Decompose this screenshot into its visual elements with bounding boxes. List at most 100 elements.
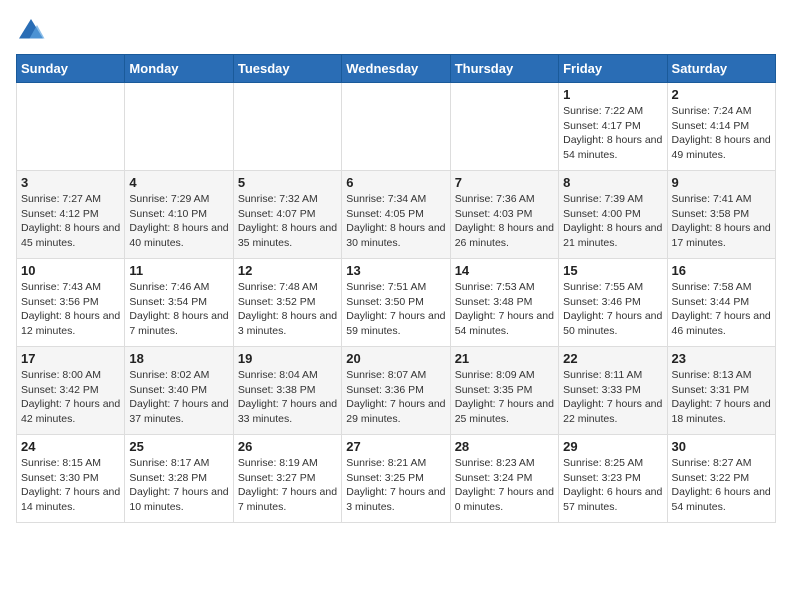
day-number: 17 — [21, 351, 120, 366]
day-info: Sunrise: 7:58 AM Sunset: 3:44 PM Dayligh… — [672, 280, 771, 339]
header-day-friday: Friday — [559, 55, 667, 83]
calendar-cell: 14 Sunrise: 7:53 AM Sunset: 3:48 PM Dayli… — [450, 259, 558, 347]
day-info: Sunrise: 7:48 AM Sunset: 3:52 PM Dayligh… — [238, 280, 337, 339]
day-number: 27 — [346, 439, 445, 454]
day-info: Sunrise: 7:55 AM Sunset: 3:46 PM Dayligh… — [563, 280, 662, 339]
day-info: Sunrise: 7:34 AM Sunset: 4:05 PM Dayligh… — [346, 192, 445, 251]
calendar-cell: 13 Sunrise: 7:51 AM Sunset: 3:50 PM Dayli… — [342, 259, 450, 347]
calendar-cell — [342, 83, 450, 171]
day-number: 12 — [238, 263, 337, 278]
day-number: 24 — [21, 439, 120, 454]
calendar-cell: 10 Sunrise: 7:43 AM Sunset: 3:56 PM Dayli… — [17, 259, 125, 347]
day-info: Sunrise: 7:32 AM Sunset: 4:07 PM Dayligh… — [238, 192, 337, 251]
day-number: 11 — [129, 263, 228, 278]
day-info: Sunrise: 8:11 AM Sunset: 3:33 PM Dayligh… — [563, 368, 662, 427]
day-number: 13 — [346, 263, 445, 278]
calendar-cell: 15 Sunrise: 7:55 AM Sunset: 3:46 PM Dayli… — [559, 259, 667, 347]
calendar-cell: 1Sunrise: 7:22 AM Sunset: 4:17 PM Daylig… — [559, 83, 667, 171]
day-number: 22 — [563, 351, 662, 366]
day-number: 16 — [672, 263, 771, 278]
day-number: 4 — [129, 175, 228, 190]
day-info: Sunrise: 8:07 AM Sunset: 3:36 PM Dayligh… — [346, 368, 445, 427]
day-info: Sunrise: 7:43 AM Sunset: 3:56 PM Dayligh… — [21, 280, 120, 339]
day-number: 25 — [129, 439, 228, 454]
day-info: Sunrise: 7:27 AM Sunset: 4:12 PM Dayligh… — [21, 192, 120, 251]
calendar-cell — [17, 83, 125, 171]
day-info: Sunrise: 8:04 AM Sunset: 3:38 PM Dayligh… — [238, 368, 337, 427]
calendar-cell: 11 Sunrise: 7:46 AM Sunset: 3:54 PM Dayli… — [125, 259, 233, 347]
header-day-thursday: Thursday — [450, 55, 558, 83]
calendar-cell: 29 Sunrise: 8:25 AM Sunset: 3:23 PM Dayli… — [559, 435, 667, 523]
day-number: 26 — [238, 439, 337, 454]
day-info: Sunrise: 7:41 AM Sunset: 3:58 PM Dayligh… — [672, 192, 771, 251]
day-number: 10 — [21, 263, 120, 278]
calendar-cell: 26 Sunrise: 8:19 AM Sunset: 3:27 PM Dayli… — [233, 435, 341, 523]
calendar-cell: 25 Sunrise: 8:17 AM Sunset: 3:28 PM Dayli… — [125, 435, 233, 523]
calendar-week-3: 10 Sunrise: 7:43 AM Sunset: 3:56 PM Dayli… — [17, 259, 776, 347]
day-number: 14 — [455, 263, 554, 278]
day-number: 30 — [672, 439, 771, 454]
day-number: 2 — [672, 87, 771, 102]
calendar-cell: 3 Sunrise: 7:27 AM Sunset: 4:12 PM Daylig… — [17, 171, 125, 259]
day-number: 18 — [129, 351, 228, 366]
day-info: Sunrise: 8:27 AM Sunset: 3:22 PM Dayligh… — [672, 456, 771, 515]
calendar-cell: 16 Sunrise: 7:58 AM Sunset: 3:44 PM Dayli… — [667, 259, 775, 347]
day-info: Sunrise: 7:51 AM Sunset: 3:50 PM Dayligh… — [346, 280, 445, 339]
day-number: 21 — [455, 351, 554, 366]
day-number: 15 — [563, 263, 662, 278]
day-number: 8 — [563, 175, 662, 190]
header-day-saturday: Saturday — [667, 55, 775, 83]
calendar-week-5: 24 Sunrise: 8:15 AM Sunset: 3:30 PM Dayli… — [17, 435, 776, 523]
calendar-cell: 24 Sunrise: 8:15 AM Sunset: 3:30 PM Dayli… — [17, 435, 125, 523]
day-info: Sunrise: 7:39 AM Sunset: 4:00 PM Dayligh… — [563, 192, 662, 251]
calendar-cell — [233, 83, 341, 171]
day-number: 23 — [672, 351, 771, 366]
header-day-sunday: Sunday — [17, 55, 125, 83]
calendar-table: SundayMondayTuesdayWednesdayThursdayFrid… — [16, 54, 776, 523]
page-header — [16, 16, 776, 46]
calendar-cell: 6 Sunrise: 7:34 AM Sunset: 4:05 PM Daylig… — [342, 171, 450, 259]
calendar-cell: 9 Sunrise: 7:41 AM Sunset: 3:58 PM Daylig… — [667, 171, 775, 259]
day-info: Sunrise: 7:36 AM Sunset: 4:03 PM Dayligh… — [455, 192, 554, 251]
calendar-cell — [450, 83, 558, 171]
day-info: Sunrise: 8:21 AM Sunset: 3:25 PM Dayligh… — [346, 456, 445, 515]
day-number: 9 — [672, 175, 771, 190]
calendar-cell: 4Sunrise: 7:29 AM Sunset: 4:10 PM Daylig… — [125, 171, 233, 259]
day-info: Sunrise: 8:19 AM Sunset: 3:27 PM Dayligh… — [238, 456, 337, 515]
calendar-cell: 7 Sunrise: 7:36 AM Sunset: 4:03 PM Daylig… — [450, 171, 558, 259]
calendar-cell: 30 Sunrise: 8:27 AM Sunset: 3:22 PM Dayli… — [667, 435, 775, 523]
calendar-cell: 20 Sunrise: 8:07 AM Sunset: 3:36 PM Dayli… — [342, 347, 450, 435]
header-day-wednesday: Wednesday — [342, 55, 450, 83]
day-info: Sunrise: 7:46 AM Sunset: 3:54 PM Dayligh… — [129, 280, 228, 339]
calendar-cell: 28Sunrise: 8:23 AM Sunset: 3:24 PM Dayli… — [450, 435, 558, 523]
header-day-tuesday: Tuesday — [233, 55, 341, 83]
calendar-cell: 8 Sunrise: 7:39 AM Sunset: 4:00 PM Daylig… — [559, 171, 667, 259]
day-number: 7 — [455, 175, 554, 190]
day-info: Sunrise: 8:17 AM Sunset: 3:28 PM Dayligh… — [129, 456, 228, 515]
day-info: Sunrise: 8:09 AM Sunset: 3:35 PM Dayligh… — [455, 368, 554, 427]
day-info: Sunrise: 8:02 AM Sunset: 3:40 PM Dayligh… — [129, 368, 228, 427]
calendar-header-row: SundayMondayTuesdayWednesdayThursdayFrid… — [17, 55, 776, 83]
calendar-cell: 12 Sunrise: 7:48 AM Sunset: 3:52 PM Dayli… — [233, 259, 341, 347]
day-number: 20 — [346, 351, 445, 366]
day-info: Sunrise: 8:23 AM Sunset: 3:24 PM Dayligh… — [455, 456, 554, 515]
calendar-cell: 17Sunrise: 8:00 AM Sunset: 3:42 PM Dayli… — [17, 347, 125, 435]
day-info: Sunrise: 7:24 AM Sunset: 4:14 PM Dayligh… — [672, 104, 771, 163]
day-number: 1 — [563, 87, 662, 102]
day-info: Sunrise: 7:53 AM Sunset: 3:48 PM Dayligh… — [455, 280, 554, 339]
logo — [16, 16, 50, 46]
calendar-cell: 27 Sunrise: 8:21 AM Sunset: 3:25 PM Dayli… — [342, 435, 450, 523]
header-day-monday: Monday — [125, 55, 233, 83]
calendar-week-4: 17Sunrise: 8:00 AM Sunset: 3:42 PM Dayli… — [17, 347, 776, 435]
day-info: Sunrise: 8:25 AM Sunset: 3:23 PM Dayligh… — [563, 456, 662, 515]
day-info: Sunrise: 8:15 AM Sunset: 3:30 PM Dayligh… — [21, 456, 120, 515]
calendar-cell: 5 Sunrise: 7:32 AM Sunset: 4:07 PM Daylig… — [233, 171, 341, 259]
calendar-cell: 19Sunrise: 8:04 AM Sunset: 3:38 PM Dayli… — [233, 347, 341, 435]
day-number: 6 — [346, 175, 445, 190]
day-number: 3 — [21, 175, 120, 190]
calendar-cell: 22 Sunrise: 8:11 AM Sunset: 3:33 PM Dayli… — [559, 347, 667, 435]
calendar-cell: 2 Sunrise: 7:24 AM Sunset: 4:14 PM Daylig… — [667, 83, 775, 171]
day-number: 5 — [238, 175, 337, 190]
calendar-cell: 21 Sunrise: 8:09 AM Sunset: 3:35 PM Dayli… — [450, 347, 558, 435]
day-number: 29 — [563, 439, 662, 454]
